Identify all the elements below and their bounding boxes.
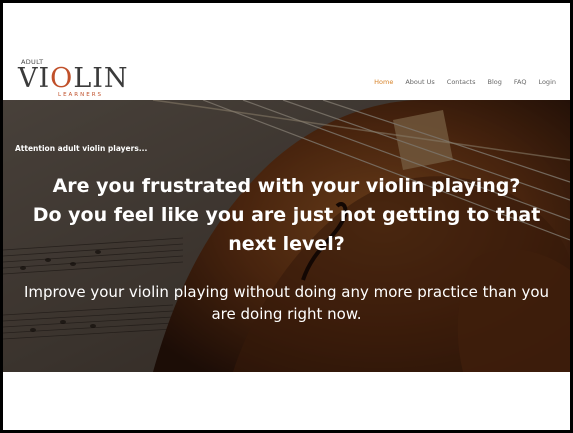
headline-line-3: next level? (228, 233, 345, 255)
headline-line-2: Do you feel like you are just not gettin… (32, 204, 541, 226)
logo-sub-text: LEARNERS (58, 92, 104, 98)
headline-line-1: Are you frustrated with your violin play… (52, 175, 521, 197)
nav-about-us[interactable]: About Us (405, 78, 434, 86)
nav-faq[interactable]: FAQ (514, 78, 527, 86)
logo-main-text: VIOLIN (18, 63, 129, 94)
nav-blog[interactable]: Blog (487, 78, 501, 86)
page-below-hero (3, 372, 570, 430)
hero-section: Attention adult violin players... Are yo… (3, 100, 570, 372)
site-logo[interactable]: ADULT VIOLIN LEARNERS (18, 58, 128, 102)
nav-home[interactable]: Home (374, 78, 393, 86)
nav-login[interactable]: Login (538, 78, 556, 86)
nav-contacts[interactable]: Contacts (447, 78, 476, 86)
main-nav: Home About Us Contacts Blog FAQ Login (362, 78, 556, 86)
site-header: ADULT VIOLIN LEARNERS Home About Us Cont… (3, 3, 570, 100)
browser-frame: ADULT VIOLIN LEARNERS Home About Us Cont… (0, 0, 573, 433)
hero-headline: Are you frustrated with your violin play… (3, 172, 570, 259)
hero-eyebrow: Attention adult violin players... (15, 144, 148, 153)
hero-subline: Improve your violin playing without doin… (23, 283, 550, 323)
